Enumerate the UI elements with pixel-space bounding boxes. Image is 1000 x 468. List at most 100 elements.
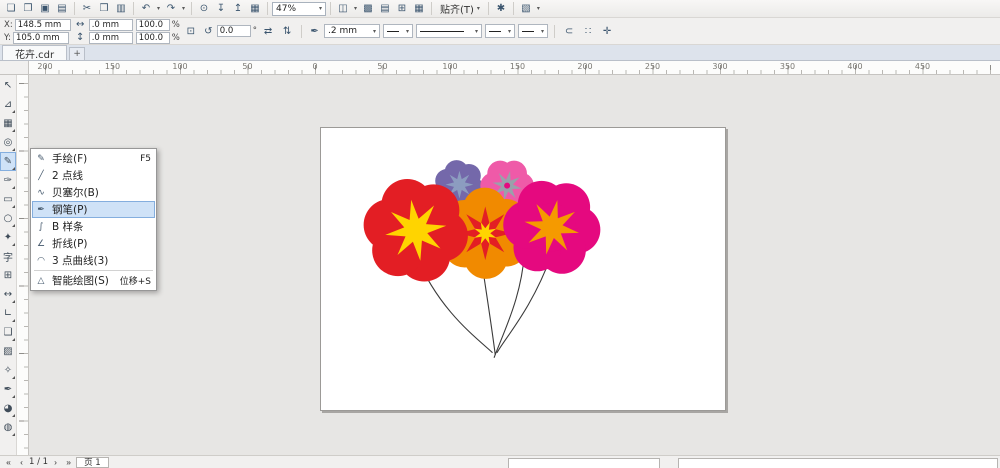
- flyout-item-7[interactable]: △ 智能绘图(S) 位移+S: [32, 272, 155, 289]
- arrowhead-sample: [522, 30, 535, 32]
- fill-tool-flyout-indicator: [12, 414, 15, 417]
- flyout-item-label: B 样条: [52, 221, 84, 233]
- object-width-field[interactable]: .0 mm: [88, 18, 133, 31]
- zoom-level-select[interactable]: 47% ▾: [272, 1, 326, 16]
- fill-tool[interactable]: ◕: [0, 399, 16, 418]
- tool-icon: ∠: [36, 238, 46, 249]
- object-height-field[interactable]: .0 mm: [88, 31, 133, 44]
- zoom-level-value: 47%: [276, 3, 297, 14]
- welcome-screen-button[interactable]: ▧: [518, 1, 534, 16]
- drawing-workspace[interactable]: [29, 75, 1000, 455]
- outline-pen-tool[interactable]: ✒: [0, 380, 16, 399]
- mirror-vertical-button[interactable]: ⇅: [279, 23, 295, 39]
- print-document-button[interactable]: ▤: [54, 1, 70, 16]
- open-document-button[interactable]: ❐: [20, 1, 36, 16]
- rectangle-tool[interactable]: ▭: [0, 190, 16, 209]
- x-position-field[interactable]: 148.5 mm: [14, 18, 71, 31]
- object-height-icon: ↕: [75, 32, 85, 43]
- rotation-angle-field[interactable]: 0.0: [216, 25, 251, 37]
- mirror-horizontal-button[interactable]: ⇄: [260, 23, 276, 39]
- last-page-button[interactable]: »: [63, 457, 74, 467]
- dimension-tool[interactable]: ↔: [0, 285, 16, 304]
- cut-button[interactable]: ✂: [79, 1, 95, 16]
- show-rulers-button[interactable]: ▤: [377, 1, 393, 16]
- color-eyedropper-tool[interactable]: ✧: [0, 361, 16, 380]
- publish-pdf-button[interactable]: ▦: [247, 1, 263, 16]
- flyout-item-5[interactable]: ∠ 折线(P): [32, 235, 155, 252]
- scale-x-field[interactable]: 100.0: [135, 18, 170, 31]
- ruler-label: 200: [37, 62, 53, 71]
- crop-tool[interactable]: ▦: [0, 114, 16, 133]
- redo-dropdown-caret[interactable]: ▾: [180, 5, 187, 12]
- drawing-page[interactable]: [320, 127, 726, 411]
- text-tool[interactable]: 字: [0, 247, 16, 266]
- y-position-field[interactable]: 105.0 mm: [12, 31, 69, 44]
- flyout-item-3[interactable]: ✒ 钢笔(P): [32, 201, 155, 218]
- tool-icon: △: [37, 275, 45, 286]
- application-launcher-dropdown-caret[interactable]: ▾: [352, 5, 359, 12]
- interactive-fill-tool[interactable]: ◍: [0, 418, 16, 437]
- start-arrowhead-select[interactable]: ▾: [383, 24, 414, 38]
- flyout-item-0[interactable]: ✎ 手绘(F) F5: [32, 150, 155, 167]
- toolbar-separator: [487, 2, 489, 15]
- scale-y-field[interactable]: 100.0: [135, 31, 170, 44]
- lock-ratio-button[interactable]: ⊡: [183, 23, 199, 39]
- drop-shadow-tool[interactable]: ❑: [0, 323, 16, 342]
- vertical-ruler[interactable]: [17, 75, 29, 455]
- line-style-select[interactable]: ▾: [416, 24, 483, 38]
- welcome-screen-dropdown-caret[interactable]: ▾: [535, 5, 542, 12]
- horizontal-ruler[interactable]: 200 150 100 50 0 50 100 150 200 250 300 350 400 450: [29, 61, 1000, 75]
- ruler-label: 50: [242, 62, 253, 71]
- auto-add-delete-button[interactable]: ✛: [599, 23, 615, 39]
- application-launcher-button[interactable]: ◫: [335, 1, 351, 16]
- options-button[interactable]: ✱: [493, 1, 509, 16]
- redo-button[interactable]: ↷: [163, 1, 179, 16]
- flyout-item-1[interactable]: ╱ 2 点线: [32, 167, 155, 184]
- transparency-tool[interactable]: ▨: [0, 342, 16, 361]
- freehand-tool[interactable]: ✎: [0, 152, 16, 171]
- export-button[interactable]: ↥: [230, 1, 246, 16]
- pick-tool[interactable]: ↖: [0, 76, 16, 95]
- flyout-item-4[interactable]: ∫ B 样条: [32, 218, 155, 235]
- next-page-button[interactable]: ›: [50, 457, 61, 467]
- ellipse-tool[interactable]: ○: [0, 209, 16, 228]
- shape-tool[interactable]: ⊿: [0, 95, 16, 114]
- preview-mode-button[interactable]: ∷: [580, 23, 596, 39]
- connector-tool[interactable]: ∟: [0, 304, 16, 323]
- ruler-origin-corner[interactable]: [0, 61, 29, 75]
- first-page-button[interactable]: «: [3, 457, 14, 467]
- import-button[interactable]: ↧: [213, 1, 229, 16]
- flyout-item-6[interactable]: ◠ 3 点曲线(3): [32, 252, 155, 269]
- document-tab-active[interactable]: 花卉.cdr: [2, 45, 68, 61]
- full-screen-preview-button[interactable]: ▩: [360, 1, 376, 16]
- artistic-media-tool[interactable]: ✑: [0, 171, 16, 190]
- polygon-tool[interactable]: ✦: [0, 228, 16, 247]
- copy-button[interactable]: ❒: [96, 1, 112, 16]
- line-style-sample: [420, 30, 465, 32]
- undo-button[interactable]: ↶: [138, 1, 154, 16]
- show-guidelines-button[interactable]: ▦: [411, 1, 427, 16]
- snap-to-dropdown[interactable]: 贴齐(T) ▾: [436, 1, 484, 16]
- outline-width-select[interactable]: .2 mm ▾: [324, 24, 381, 38]
- zoom-tool[interactable]: ◎: [0, 133, 16, 152]
- tool-icon: ◠: [37, 255, 45, 266]
- undo-dropdown-caret[interactable]: ▾: [155, 5, 162, 12]
- search-content-button[interactable]: ⊙: [196, 1, 212, 16]
- table-tool[interactable]: ⊞: [0, 266, 16, 285]
- paste-button[interactable]: ▥: [113, 1, 129, 16]
- end-arrowhead-select[interactable]: ▾: [485, 24, 516, 38]
- show-grid-button[interactable]: ⊞: [394, 1, 410, 16]
- chevron-down-icon: ▾: [406, 27, 410, 35]
- percent-label: %: [171, 19, 180, 30]
- arrow-options-select[interactable]: ▾: [518, 24, 549, 38]
- save-document-button[interactable]: ▣: [37, 1, 53, 16]
- close-curve-button[interactable]: ⊂: [561, 23, 577, 39]
- new-tab-button[interactable]: +: [69, 47, 86, 60]
- page-tab[interactable]: 页 1: [76, 456, 109, 468]
- toolbar-separator: [431, 2, 432, 15]
- flyout-item-label: 钢笔(P): [52, 204, 88, 216]
- flyout-item-2[interactable]: ∿ 贝塞尔(B): [32, 184, 155, 201]
- previous-page-button[interactable]: ‹: [16, 457, 27, 467]
- toolbar-separator: [191, 2, 192, 15]
- new-document-button[interactable]: ❏: [3, 1, 19, 16]
